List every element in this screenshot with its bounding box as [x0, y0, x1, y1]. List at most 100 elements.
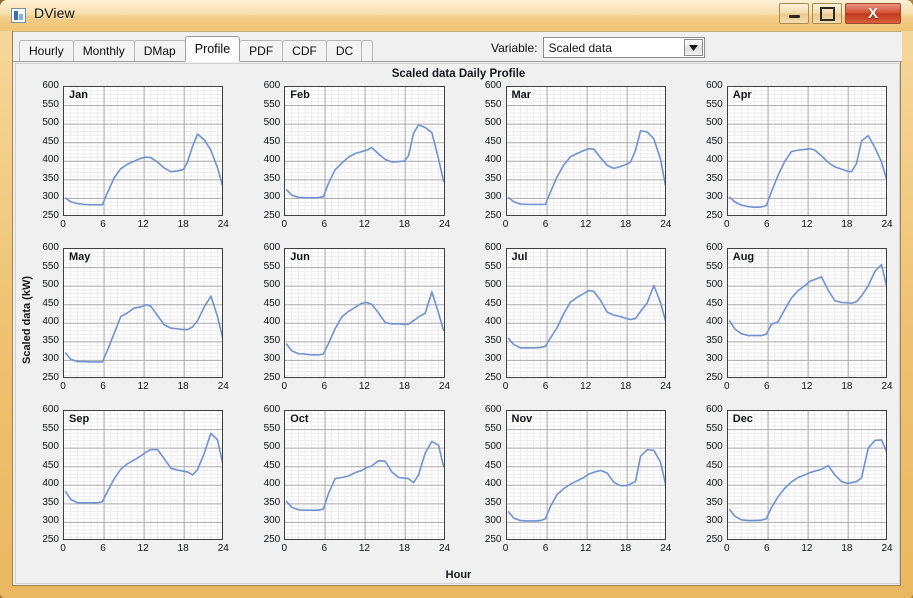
y-tick-label: 300: [484, 515, 502, 527]
x-tick-label: 12: [801, 219, 813, 230]
x-tick-label: 24: [881, 381, 893, 392]
y-tick-label: 350: [484, 172, 502, 184]
subplot-title: Aug: [732, 251, 755, 263]
maximize-button[interactable]: [812, 3, 842, 24]
tab-strip: Hourly Monthly DMap Profile PDF CDF DC Variabl…: [13, 32, 902, 62]
y-tick-label: 450: [706, 135, 723, 147]
x-tick-label: 6: [764, 543, 770, 554]
tab-dc[interactable]: DC: [325, 40, 364, 62]
subplot-title: Apr: [732, 89, 752, 101]
subplot-title: Oct: [290, 413, 309, 425]
plot-area: [284, 86, 445, 216]
x-tick-label: 18: [620, 543, 632, 554]
plot-area: [284, 248, 445, 378]
x-tick-label: 24: [217, 219, 229, 230]
y-tick-label: 600: [484, 404, 502, 415]
tab-pdf[interactable]: PDF: [239, 40, 284, 62]
subplot-title: Sep: [69, 413, 90, 425]
y-tick-label: 450: [263, 135, 281, 147]
minimize-icon: [780, 4, 808, 23]
x-tick-label: 6: [321, 219, 328, 230]
tab-list: Hourly Monthly DMap Profile PDF CDF DC: [19, 36, 374, 62]
subplot-jul: 250 300 350 400 450 500 550 600 0 6 12 18 24 Jul: [459, 242, 680, 404]
y-tick-label: 300: [42, 353, 59, 365]
subplot-jun: 250 300 350 400 450 500 550 600 0 6 12 18 24 Jun: [237, 242, 458, 404]
y-tick-label: 550: [484, 98, 502, 110]
tab-dmap[interactable]: DMap: [133, 40, 186, 62]
x-tick-label: 6: [542, 543, 549, 554]
y-tick-label: 450: [706, 459, 723, 471]
x-tick-label: 0: [723, 219, 730, 230]
x-tick-label: 6: [100, 381, 106, 392]
x-tick-label: 24: [660, 381, 672, 392]
tab-profile[interactable]: Profile: [184, 36, 241, 62]
x-tick-label: 24: [660, 219, 672, 230]
y-tick-label: 400: [706, 154, 723, 166]
subplot-mar: 250 300 350 400 450 500 550 600 0 6 12 18 24 Mar: [459, 80, 680, 242]
close-button[interactable]: X: [845, 3, 901, 24]
y-tick-label: 500: [484, 441, 502, 453]
y-tick-label: 450: [42, 459, 59, 471]
subplot-title: Jan: [69, 89, 88, 101]
x-tick-label: 6: [100, 219, 106, 230]
y-tick-label: 550: [263, 422, 281, 434]
subplot-title: Feb: [290, 89, 310, 101]
y-tick-label: 550: [42, 98, 59, 110]
x-tick-label: 18: [841, 219, 853, 230]
y-tick-label: 300: [706, 191, 723, 203]
y-tick-label: 550: [484, 422, 502, 434]
subplot-oct: 250 300 350 400 450 500 550 600 0 6 12 18 24 Oct: [237, 404, 458, 566]
y-tick-label: 600: [706, 80, 723, 91]
x-tick-label: 12: [358, 381, 370, 392]
tab-cdf[interactable]: CDF: [282, 40, 327, 62]
chevron-down-icon[interactable]: [684, 39, 704, 56]
x-tick-label: 18: [841, 543, 853, 554]
x-tick-label: 0: [281, 219, 288, 230]
x-tick-label: 18: [398, 219, 410, 230]
plot-panel: Scaled data Daily Profile Scaled data (k…: [15, 63, 900, 584]
tab-hourly[interactable]: Hourly: [19, 40, 74, 62]
y-tick-label: 600: [263, 242, 281, 253]
y-tick-label: 500: [42, 117, 59, 129]
x-tick-label: 12: [580, 543, 592, 554]
x-tick-label: 0: [281, 381, 288, 392]
y-tick-label: 550: [42, 422, 59, 434]
y-tick-label: 300: [263, 191, 281, 203]
y-tick-label: 550: [42, 260, 59, 272]
plot-area: [63, 248, 224, 378]
x-tick-label: 24: [881, 543, 893, 554]
chart-title: Scaled data Daily Profile: [391, 68, 526, 80]
tab-monthly[interactable]: Monthly: [72, 40, 135, 62]
x-tick-label: 12: [137, 219, 149, 230]
plot-area: [505, 410, 666, 540]
y-tick-label: 600: [484, 80, 502, 91]
subplot-title: Dec: [732, 413, 753, 425]
subplot-grid: 250 300 350 400 450 500 550 600 0 6 12 18 24 Jan 250 30…: [16, 80, 901, 566]
y-tick-label: 350: [263, 496, 281, 508]
y-tick-label: 350: [484, 334, 502, 346]
app-chart-icon: [11, 8, 26, 23]
minimize-button[interactable]: [779, 3, 809, 24]
x-tick-label: 0: [502, 219, 509, 230]
y-tick-label: 450: [484, 459, 502, 471]
variable-dropdown[interactable]: Scaled data: [543, 37, 706, 58]
y-tick-label: 400: [42, 316, 59, 328]
x-tick-label: 0: [60, 381, 66, 392]
y-tick-label: 400: [706, 478, 723, 490]
x-tick-label: 0: [502, 381, 509, 392]
y-tick-label: 350: [263, 334, 281, 346]
y-tick-label: 600: [706, 404, 723, 415]
y-tick-label: 600: [484, 242, 502, 253]
x-tick-label: 18: [398, 543, 410, 554]
x-tick-label: 6: [542, 219, 549, 230]
y-tick-label: 350: [42, 172, 59, 184]
subplot-title: May: [69, 251, 91, 263]
title-bar[interactable]: DView X: [0, 0, 913, 31]
y-tick-label: 350: [484, 496, 502, 508]
x-tick-label: 18: [177, 543, 189, 554]
x-tick-label: 6: [321, 543, 328, 554]
y-tick-label: 500: [484, 117, 502, 129]
plot-area: [726, 86, 887, 216]
subplot-apr: 250 300 350 400 450 500 550 600 0 6 12 18 24 Apr: [680, 80, 901, 242]
x-tick-label: 24: [438, 381, 451, 392]
